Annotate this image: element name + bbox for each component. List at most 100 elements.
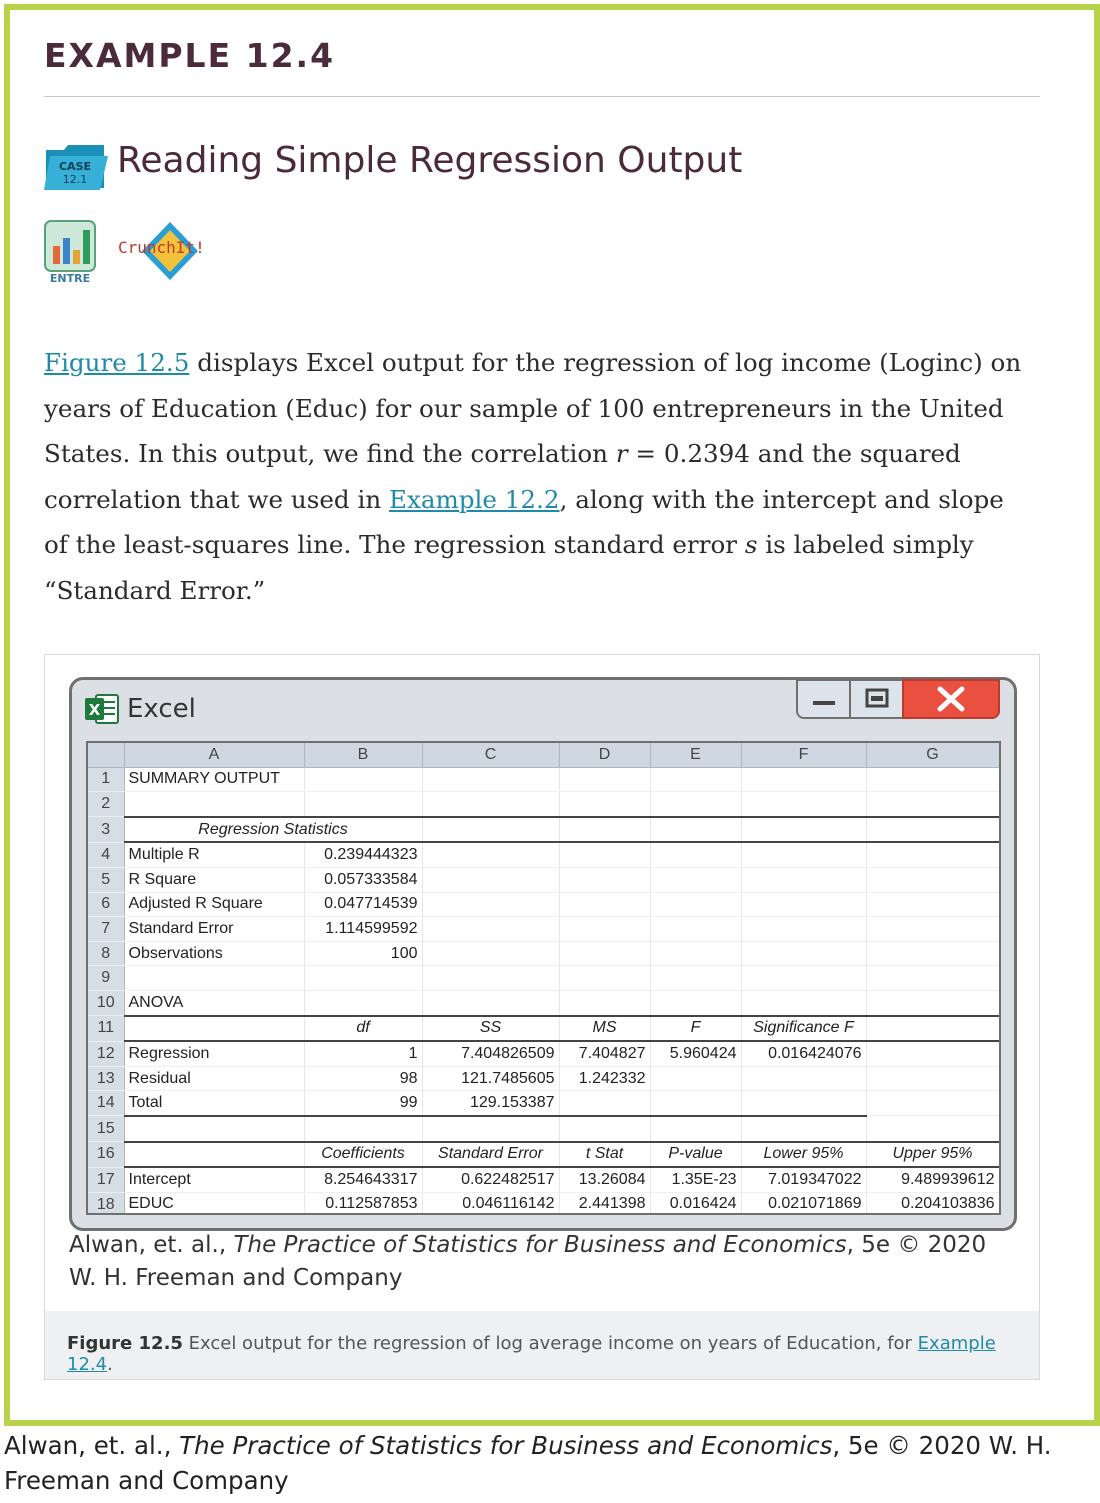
minimize-button[interactable]	[796, 679, 852, 719]
cell[interactable]: 13.26084	[559, 1167, 651, 1193]
cell[interactable]	[304, 990, 423, 1017]
row-number[interactable]: 12	[88, 1041, 125, 1067]
cell[interactable]	[866, 767, 999, 793]
cell[interactable]	[866, 1066, 999, 1092]
cell[interactable]	[650, 791, 742, 818]
cell[interactable]	[422, 815, 560, 844]
row-number[interactable]: 15	[88, 1115, 125, 1142]
cell[interactable]: P-value	[650, 1140, 742, 1169]
cell[interactable]	[304, 1115, 423, 1142]
cell[interactable]: Residual	[124, 1066, 305, 1092]
cell[interactable]: 0.047714539	[304, 892, 423, 918]
cell[interactable]	[866, 867, 999, 893]
cell[interactable]	[124, 1115, 305, 1142]
cell[interactable]: SUMMARY OUTPUT	[124, 767, 305, 793]
column-header[interactable]: G	[866, 743, 999, 768]
cell[interactable]	[741, 941, 867, 967]
cell[interactable]	[741, 1090, 867, 1117]
cell[interactable]	[650, 1066, 742, 1092]
cell[interactable]	[559, 791, 651, 818]
cell[interactable]: t Stat	[559, 1140, 651, 1169]
row-number[interactable]: 13	[88, 1066, 125, 1092]
cell[interactable]	[741, 767, 867, 793]
cell[interactable]	[559, 767, 651, 793]
row-number[interactable]: 6	[88, 892, 125, 918]
cell[interactable]	[741, 990, 867, 1017]
cell[interactable]	[559, 990, 651, 1017]
cell[interactable]	[741, 791, 867, 818]
cell[interactable]	[741, 916, 867, 942]
cell[interactable]	[741, 815, 867, 844]
cell[interactable]	[650, 1115, 742, 1142]
cell[interactable]	[304, 965, 423, 991]
cell[interactable]: Adjusted R Square	[124, 892, 305, 918]
cell[interactable]	[866, 1041, 999, 1067]
close-button[interactable]	[902, 679, 1000, 719]
cell[interactable]: Standard Error	[124, 916, 305, 942]
cell[interactable]: ANOVA	[124, 990, 305, 1017]
cell[interactable]	[650, 1090, 742, 1117]
row-number[interactable]: 7	[88, 916, 125, 942]
cell[interactable]: 0.239444323	[304, 842, 423, 868]
cell[interactable]	[741, 1066, 867, 1092]
cell[interactable]	[650, 892, 742, 918]
cell[interactable]: 0.622482517	[422, 1167, 560, 1193]
column-header[interactable]: D	[559, 743, 651, 768]
cell[interactable]: 0.016424076	[741, 1041, 867, 1067]
cell[interactable]	[866, 965, 999, 991]
cell[interactable]: 0.016424	[650, 1192, 742, 1213]
cell[interactable]: df	[304, 1014, 423, 1043]
select-all-corner[interactable]	[88, 743, 125, 768]
cell[interactable]	[124, 791, 305, 818]
cell[interactable]	[650, 867, 742, 893]
cell[interactable]: Significance F	[741, 1014, 867, 1043]
cell[interactable]	[304, 791, 423, 818]
row-number[interactable]: 18	[88, 1192, 125, 1213]
cell[interactable]: MS	[559, 1014, 651, 1043]
cell[interactable]: Intercept	[124, 1167, 305, 1193]
cell[interactable]	[741, 842, 867, 868]
row-number[interactable]: 4	[88, 842, 125, 868]
cell[interactable]: Observations	[124, 941, 305, 967]
row-number[interactable]: 17	[88, 1167, 125, 1193]
row-number[interactable]: 1	[88, 767, 125, 793]
maximize-button[interactable]	[849, 679, 905, 719]
cell[interactable]	[124, 1014, 305, 1043]
cell[interactable]	[866, 990, 999, 1017]
cell[interactable]	[650, 767, 742, 793]
cell[interactable]: 2.441398	[559, 1192, 651, 1213]
cell[interactable]: 121.7485605	[422, 1066, 560, 1092]
cell[interactable]: 1	[304, 1041, 423, 1067]
cell[interactable]: 7.019347022	[741, 1167, 867, 1193]
cell[interactable]	[559, 842, 651, 868]
column-header[interactable]: C	[422, 743, 560, 768]
cell[interactable]	[650, 965, 742, 991]
cell[interactable]: 7.404826509	[422, 1041, 560, 1067]
cell[interactable]	[866, 916, 999, 942]
cell[interactable]: Multiple R	[124, 842, 305, 868]
cell[interactable]	[422, 767, 560, 793]
row-number[interactable]: 5	[88, 867, 125, 893]
row-number[interactable]: 11	[88, 1015, 125, 1042]
cell[interactable]	[741, 1115, 867, 1142]
cell[interactable]	[422, 1115, 560, 1142]
cell[interactable]: 0.057333584	[304, 867, 423, 893]
row-number[interactable]: 9	[88, 965, 125, 991]
cell[interactable]	[559, 867, 651, 893]
cell[interactable]: EDUC	[124, 1192, 305, 1213]
cell[interactable]: 0.204103836	[866, 1192, 999, 1213]
cell[interactable]	[866, 842, 999, 868]
cell[interactable]: 1.114599592	[304, 916, 423, 942]
cell[interactable]: Total	[124, 1090, 305, 1117]
cell[interactable]	[559, 916, 651, 942]
cell[interactable]: 8.254643317	[304, 1167, 423, 1193]
cell[interactable]	[866, 1115, 999, 1142]
cell[interactable]	[422, 941, 560, 967]
cell[interactable]: 1.35E-23	[650, 1167, 742, 1193]
cell[interactable]: F	[650, 1014, 742, 1043]
cell[interactable]: 9.489939612	[866, 1167, 999, 1193]
cell[interactable]	[741, 892, 867, 918]
cell[interactable]	[559, 1115, 651, 1142]
spreadsheet[interactable]: ABCDEFG 1 SUMMARY OUTPUT 2 3 Regression Stat…	[86, 741, 1001, 1215]
cell[interactable]: 99	[304, 1090, 423, 1117]
